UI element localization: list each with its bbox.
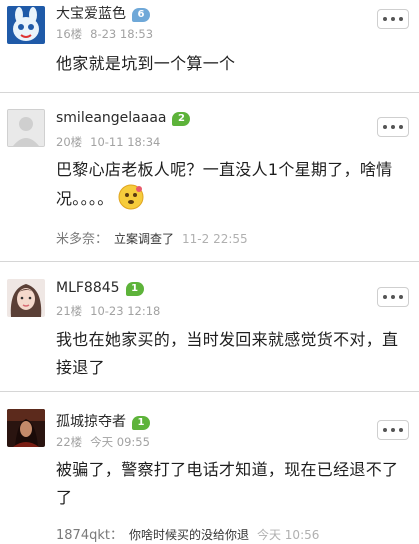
reply-line: 1874qkt： 你啥时候买的没给你退 今天 10:56 bbox=[56, 524, 319, 543]
username[interactable]: 大宝爱蓝色 6 bbox=[56, 3, 150, 23]
more-dots-icon bbox=[383, 428, 387, 432]
username[interactable]: smileangelaaaa 2 bbox=[56, 110, 191, 126]
avatar[interactable] bbox=[7, 279, 45, 317]
level-badge: 1 bbox=[125, 282, 144, 296]
reply-username[interactable]: 米多奈： bbox=[56, 232, 108, 247]
confused-face-emoji bbox=[118, 184, 144, 210]
post-time: 10-23 12:18 bbox=[90, 304, 161, 318]
floor-number: 21楼 bbox=[56, 304, 83, 318]
post-content: 我也在她家买的，当时发回来就感觉货不对，直接退了 bbox=[56, 330, 399, 377]
post-time: 8-23 18:53 bbox=[90, 27, 154, 41]
avatar[interactable] bbox=[7, 409, 45, 447]
reply-line: 米多奈： 立案调查了 11-2 22:55 bbox=[56, 228, 248, 247]
reply-time: 今天 10:56 bbox=[256, 528, 320, 542]
username[interactable]: MLF8845 1 bbox=[56, 280, 144, 296]
more-dots-icon bbox=[383, 125, 387, 129]
reply-text: 你啥时候买的没给你退 bbox=[128, 528, 249, 542]
level-badge: 6 bbox=[132, 8, 150, 22]
post-meta: 22楼 今天 09:55 bbox=[56, 434, 150, 450]
floor-number: 16楼 bbox=[56, 27, 83, 41]
post-item: 大宝爱蓝色 6 16楼 8-23 18:53 他家就是坑到一个算一个 bbox=[0, 0, 419, 91]
more-button[interactable] bbox=[377, 117, 409, 137]
post-item: MLF8845 1 21楼 10-23 12:18 我也在她家买的，当时发回来就感觉… bbox=[0, 262, 419, 390]
avatar[interactable] bbox=[7, 6, 45, 44]
post-content: 他家就是坑到一个算一个 bbox=[56, 54, 236, 73]
post-content: 巴黎心店老板人呢？一直没人1个星期了，啥情况。。。。 bbox=[56, 160, 393, 210]
more-dots-icon bbox=[383, 17, 387, 21]
more-button[interactable] bbox=[377, 420, 409, 440]
post-time: 今天 09:55 bbox=[90, 435, 150, 449]
avatar[interactable] bbox=[7, 109, 45, 147]
post-item: 孤城掠夺者 1 22楼 今天 09:55 被骗了，警察打了电话才知道，现在已经退不了… bbox=[0, 392, 419, 544]
reply-text: 立案调查了 bbox=[114, 232, 175, 246]
floor-number: 22楼 bbox=[56, 435, 83, 449]
more-button[interactable] bbox=[377, 287, 409, 307]
more-button[interactable] bbox=[377, 9, 409, 29]
level-badge: 2 bbox=[172, 112, 191, 126]
reply-time: 11-2 22:55 bbox=[182, 232, 248, 246]
reply-username[interactable]: 1874qkt： bbox=[56, 528, 123, 543]
more-dots-icon bbox=[383, 295, 387, 299]
post-content: 被骗了，警察打了电话才知道，现在已经退不了了 bbox=[56, 460, 399, 507]
post-meta: 20楼 10-11 18:34 bbox=[56, 134, 160, 150]
post-meta: 16楼 8-23 18:53 bbox=[56, 26, 153, 42]
post-item: smileangelaaaa 2 20楼 10-11 18:34 巴黎心店老板人呢？… bbox=[0, 93, 419, 260]
floor-number: 20楼 bbox=[56, 135, 83, 149]
post-meta: 21楼 10-23 12:18 bbox=[56, 303, 160, 319]
username[interactable]: 孤城掠夺者 1 bbox=[56, 411, 150, 431]
level-badge: 1 bbox=[132, 416, 150, 430]
post-time: 10-11 18:34 bbox=[90, 135, 161, 149]
